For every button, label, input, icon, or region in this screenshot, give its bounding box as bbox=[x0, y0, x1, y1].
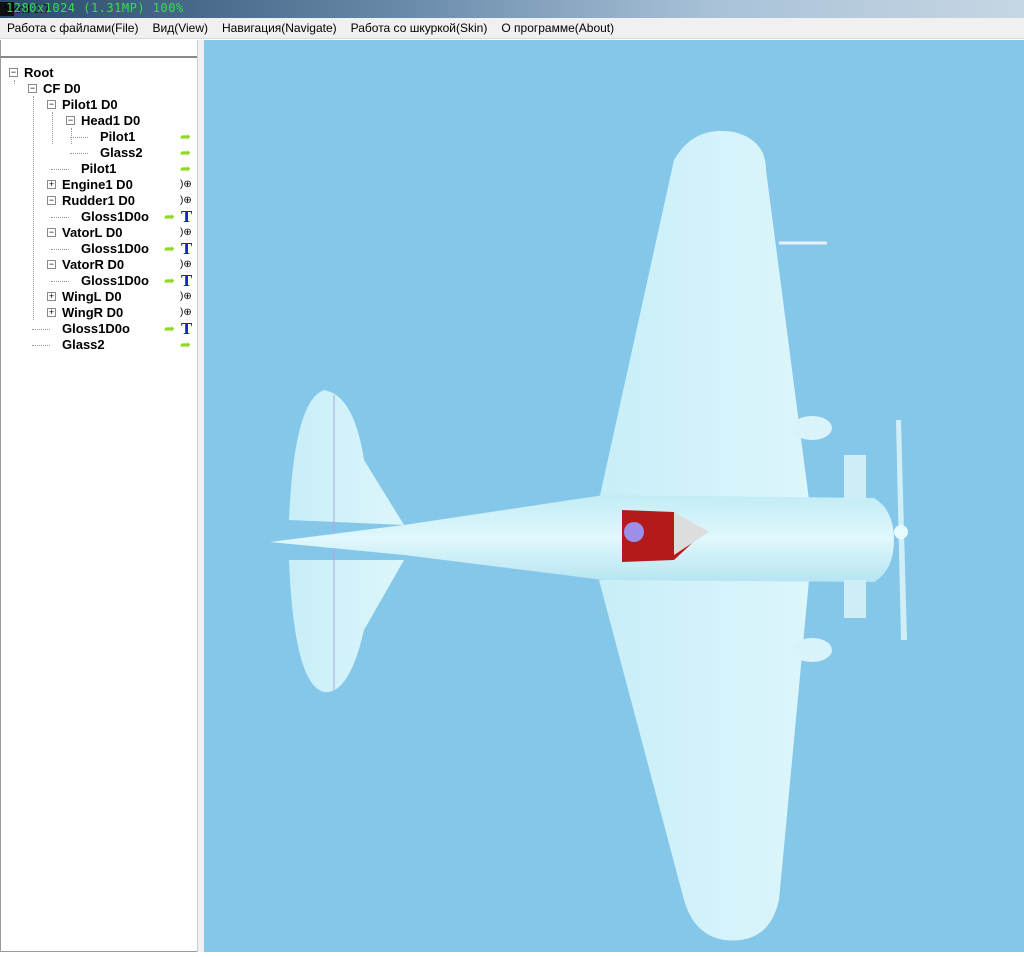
tree-node[interactable]: Glass2 bbox=[62, 337, 105, 353]
texture-icon: T bbox=[181, 272, 193, 290]
tree-node[interactable]: Gloss1D0o bbox=[62, 321, 130, 337]
tree-node[interactable]: Gloss1D0o bbox=[81, 241, 149, 257]
tree-node[interactable]: Engine1 D0 bbox=[62, 177, 133, 193]
texture-icon: T bbox=[181, 240, 193, 258]
wing-right bbox=[599, 580, 809, 941]
pilot-head bbox=[624, 522, 644, 542]
model-tree[interactable]: − Root − CF D0− Pilot1 D0− Head1 D0 Pilot1 ➦ Gla… bbox=[0, 56, 199, 952]
mesh-key-icon: )⊕ bbox=[180, 259, 192, 270]
collapse-toggle[interactable]: − bbox=[66, 116, 75, 125]
link-arrow-icon: ➦ bbox=[164, 241, 175, 256]
link-arrow-icon: ➦ bbox=[180, 337, 191, 352]
expand-toggle[interactable]: + bbox=[47, 180, 56, 189]
collapse-toggle[interactable]: − bbox=[47, 196, 56, 205]
aircraft-model bbox=[270, 130, 908, 941]
tree-node[interactable]: VatorR D0 bbox=[62, 257, 124, 273]
menu-bar: Работа с файлами(File) Вид(View) Навигац… bbox=[0, 18, 1024, 39]
mesh-key-icon: )⊕ bbox=[180, 291, 192, 302]
menu-file[interactable]: Работа с файлами(File) bbox=[0, 21, 145, 35]
wing-left bbox=[599, 130, 809, 500]
tree-node[interactable]: Glass2 bbox=[100, 145, 143, 161]
tree-node[interactable]: VatorL D0 bbox=[62, 225, 122, 241]
splitter[interactable] bbox=[197, 40, 204, 952]
collapse-toggle[interactable]: − bbox=[47, 260, 56, 269]
tree-node[interactable]: Gloss1D0o bbox=[81, 273, 149, 289]
tree-node[interactable]: Pilot1 bbox=[100, 129, 135, 145]
link-arrow-icon: ➦ bbox=[180, 145, 191, 160]
stabilizer-right bbox=[289, 560, 404, 693]
3d-viewport[interactable] bbox=[204, 40, 1024, 952]
title-bar: Sknil 0.7 1280x1024 (1.31MP) 100% bbox=[0, 0, 1024, 18]
expand-toggle[interactable]: + bbox=[47, 308, 56, 317]
menu-about[interactable]: О программе(About) bbox=[494, 21, 621, 35]
tree-node[interactable]: Pilot1 D0 bbox=[62, 97, 118, 113]
mesh-key-icon: )⊕ bbox=[180, 227, 192, 238]
mesh-key-icon: )⊕ bbox=[180, 195, 192, 206]
mesh-key-icon: )⊕ bbox=[180, 179, 192, 190]
link-arrow-icon: ➦ bbox=[164, 321, 175, 336]
link-arrow-icon: ➦ bbox=[164, 273, 175, 288]
tree-node[interactable]: Root bbox=[24, 65, 54, 81]
tree-node[interactable]: Head1 D0 bbox=[81, 113, 140, 129]
tree-node[interactable]: WingL D0 bbox=[62, 289, 122, 305]
collapse-toggle[interactable]: − bbox=[28, 84, 37, 93]
tree-node[interactable]: Gloss1D0o bbox=[81, 209, 149, 225]
tree-node[interactable]: CF D0 bbox=[43, 81, 81, 97]
menu-view[interactable]: Вид(View) bbox=[145, 21, 215, 35]
mesh-key-icon: )⊕ bbox=[180, 307, 192, 318]
texture-icon: T bbox=[181, 320, 193, 338]
tree-node[interactable]: WingR D0 bbox=[62, 305, 123, 321]
collapse-toggle[interactable]: − bbox=[47, 228, 56, 237]
stabilizer-left bbox=[289, 390, 404, 525]
collapse-toggle[interactable]: − bbox=[9, 68, 18, 77]
tree-node[interactable]: Rudder1 D0 bbox=[62, 193, 135, 209]
resolution-overlay: 1280x1024 (1.31MP) 100% bbox=[6, 1, 184, 15]
texture-icon: T bbox=[181, 208, 193, 226]
menu-navigate[interactable]: Навигация(Navigate) bbox=[215, 21, 344, 35]
link-arrow-icon: ➦ bbox=[180, 129, 191, 144]
link-arrow-icon: ➦ bbox=[180, 161, 191, 176]
link-arrow-icon: ➦ bbox=[164, 209, 175, 224]
tree-node[interactable]: Pilot1 bbox=[81, 161, 116, 177]
menu-skin[interactable]: Работа со шкуркой(Skin) bbox=[344, 21, 495, 35]
collapse-toggle[interactable]: − bbox=[47, 100, 56, 109]
expand-toggle[interactable]: + bbox=[47, 292, 56, 301]
